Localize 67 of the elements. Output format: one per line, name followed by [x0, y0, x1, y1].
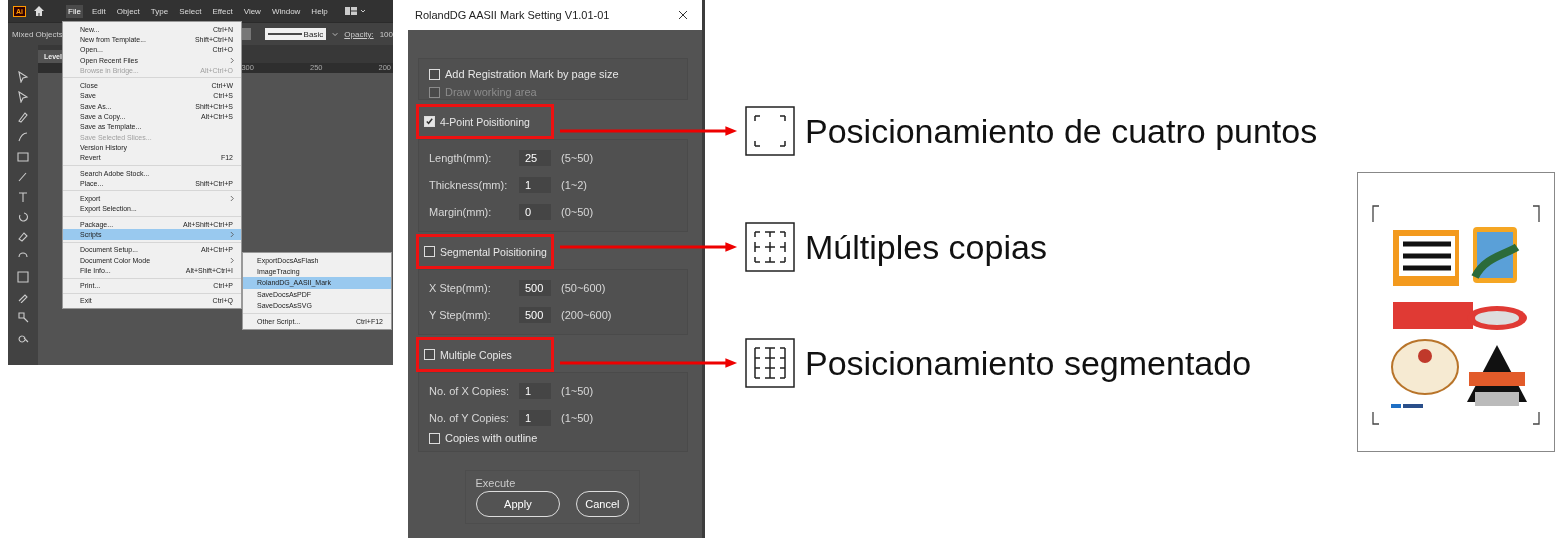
menu-bar-item[interactable]: Type	[148, 4, 171, 18]
tool-icon[interactable]	[17, 171, 29, 183]
registration-marks-icon	[745, 338, 795, 388]
group-legend: Execute	[475, 477, 516, 489]
stroke-style-field[interactable]: Basic	[264, 28, 327, 40]
registration-marks-icon	[745, 106, 795, 156]
input-field[interactable]: 1	[519, 382, 551, 399]
home-icon[interactable]	[33, 5, 45, 17]
tool-icon[interactable]	[17, 131, 29, 143]
checkbox-label[interactable]: 4-Point Poisitioning	[440, 115, 530, 128]
range-hint: (1~2)	[561, 178, 587, 191]
menu-bar-item[interactable]: Object	[114, 4, 142, 18]
field-label: Length(mm):	[429, 151, 493, 164]
menu-bar-item[interactable]: Select	[177, 4, 204, 18]
workspace-switcher-icon[interactable]	[344, 6, 367, 16]
tool-icon[interactable]	[17, 231, 29, 243]
tool-icon[interactable]	[17, 151, 29, 163]
input-field[interactable]: 0	[519, 203, 551, 220]
checkbox-label[interactable]: Segmental Poisitioning	[440, 245, 547, 258]
field-label: No. of X Copies:	[429, 384, 511, 397]
tool-icon[interactable]	[17, 271, 29, 283]
range-hint: (50~600)	[561, 281, 606, 294]
opacity-label[interactable]: Opacity:	[344, 29, 374, 39]
annotation-text: Posicionamiento segmentado	[805, 343, 1252, 383]
tool-icon[interactable]	[17, 211, 29, 223]
field-label: Y Step(mm):	[429, 308, 492, 321]
input-field[interactable]: 500	[519, 306, 551, 323]
menu-bar-item[interactable]: Window	[269, 4, 303, 18]
selection-label: Mixed Objects	[12, 29, 63, 39]
tool-icon[interactable]	[17, 111, 29, 123]
range-hint: (0~50)	[561, 205, 594, 218]
range-hint: (1~50)	[561, 411, 594, 424]
checkbox-label[interactable]: Add Registration Mark by page size	[445, 68, 619, 80]
field-label: Thickness(mm):	[429, 178, 509, 191]
input-field[interactable]: 500	[519, 279, 551, 296]
menu-bar-item[interactable]: Help	[309, 4, 330, 18]
tool-icon[interactable]	[17, 311, 29, 323]
range-hint: (200~600)	[561, 308, 612, 321]
submenu-chevron-icon	[230, 256, 235, 264]
input-field[interactable]: 1	[519, 176, 551, 193]
menu-bar-item[interactable]: View	[241, 4, 263, 18]
submenu-chevron-icon	[230, 56, 235, 64]
tool-icon[interactable]	[17, 191, 29, 203]
registration-marks-icon	[745, 222, 795, 272]
menu-bar-item[interactable]: Effect	[210, 4, 235, 18]
menu-bar-item[interactable]: File	[66, 4, 83, 18]
range-hint: (5~50)	[561, 151, 594, 164]
input-field[interactable]: 25	[519, 149, 551, 166]
field-label: No. of Y Copies:	[429, 411, 510, 424]
annotation-text: Posicionamiento de cuatro puntos	[805, 111, 1318, 151]
dropdown-chevron-icon[interactable]	[332, 30, 339, 38]
checkbox-label[interactable]: Multiple Copies	[440, 348, 512, 361]
annotation-text: Múltiples copias	[805, 227, 1047, 267]
range-hint: (1~50)	[561, 384, 594, 397]
menu-bar-item[interactable]: Edit	[89, 4, 108, 18]
submenu-chevron-icon	[230, 195, 235, 203]
tool-icon[interactable]	[17, 91, 29, 103]
dialog-title: RolandDG AASII Mark Setting V1.01-01	[415, 9, 610, 21]
opacity-value: 100	[379, 29, 393, 39]
stroke-line-icon	[267, 32, 302, 36]
close-icon[interactable]	[678, 10, 688, 20]
checkbox-label[interactable]: Copies with outline	[445, 432, 538, 444]
field-label: X Step(mm):	[429, 281, 492, 294]
field-label: Margin(mm):	[429, 205, 493, 218]
input-field[interactable]: 1	[519, 409, 551, 426]
tool-icon[interactable]	[17, 71, 29, 83]
submenu-chevron-icon	[230, 231, 235, 238]
